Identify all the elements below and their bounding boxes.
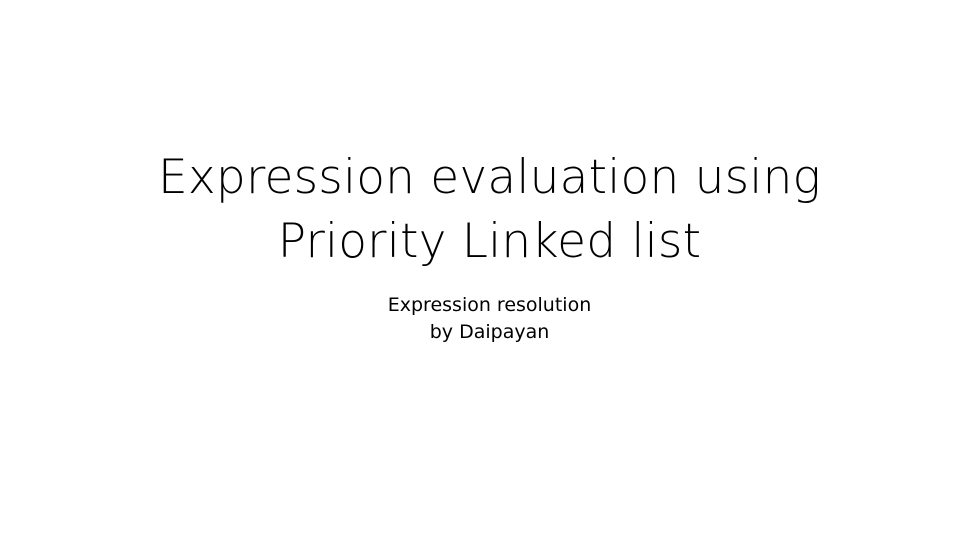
- slide-subtitle: Expression resolution by Daipayan: [0, 292, 979, 346]
- slide-title: Expression evaluation using Priority Lin…: [0, 146, 979, 274]
- slide-subtitle-line-1: Expression resolution: [387, 294, 592, 316]
- slide-title-line-2: Priority Linked list: [277, 214, 702, 269]
- slide-subtitle-line-2: by Daipayan: [429, 321, 550, 343]
- slide: Expression evaluation using Priority Lin…: [0, 0, 979, 537]
- slide-title-line-1: Expression evaluation using: [158, 150, 821, 205]
